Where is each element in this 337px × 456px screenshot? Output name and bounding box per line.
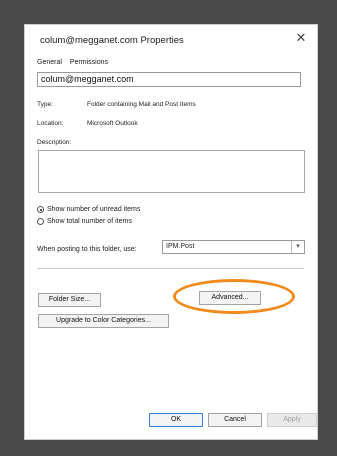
radio-show-unread[interactable]: Show number of unread items (37, 206, 140, 213)
dialog-title: colum@megganet.com Properties (40, 35, 184, 46)
ok-button[interactable]: OK (149, 413, 203, 427)
radio-unread-indicator[interactable] (37, 206, 44, 213)
location-label: Location: (37, 120, 64, 127)
radio-total-indicator[interactable] (37, 218, 44, 225)
radio-total-label: Show total number of items (47, 218, 132, 225)
chevron-down-icon[interactable]: ▾ (291, 241, 304, 253)
divider (37, 268, 304, 269)
tab-general[interactable]: General (37, 59, 62, 66)
advanced-button[interactable]: Advanced... (199, 291, 261, 305)
upgrade-color-categories-button[interactable]: Upgrade to Color Categories... (38, 314, 169, 328)
posting-label: When posting to this folder, use: (37, 246, 137, 253)
properties-dialog: colum@megganet.com Properties ✕ General … (24, 24, 318, 440)
radio-show-total[interactable]: Show total number of items (37, 218, 132, 225)
tab-bar: General Permissions (37, 59, 114, 66)
type-value: Folder containing Mail and Post Items (87, 101, 196, 108)
location-value: Microsoft Outlook (87, 120, 138, 127)
folder-name-field[interactable]: colum@megganet.com (37, 72, 301, 87)
radio-unread-label: Show number of unread items (47, 206, 141, 213)
posting-form-value: IPM.Post (166, 243, 195, 250)
cancel-button[interactable]: Cancel (208, 413, 262, 427)
posting-form-select[interactable]: IPM.Post ▾ (162, 240, 305, 254)
type-label: Type: (37, 101, 53, 108)
tab-permissions[interactable]: Permissions (70, 59, 108, 66)
description-label: Description: (37, 139, 72, 146)
description-textarea[interactable] (38, 150, 305, 193)
close-icon[interactable]: ✕ (294, 31, 308, 45)
folder-size-button[interactable]: Folder Size... (38, 293, 101, 307)
apply-button[interactable]: Apply (267, 413, 317, 427)
